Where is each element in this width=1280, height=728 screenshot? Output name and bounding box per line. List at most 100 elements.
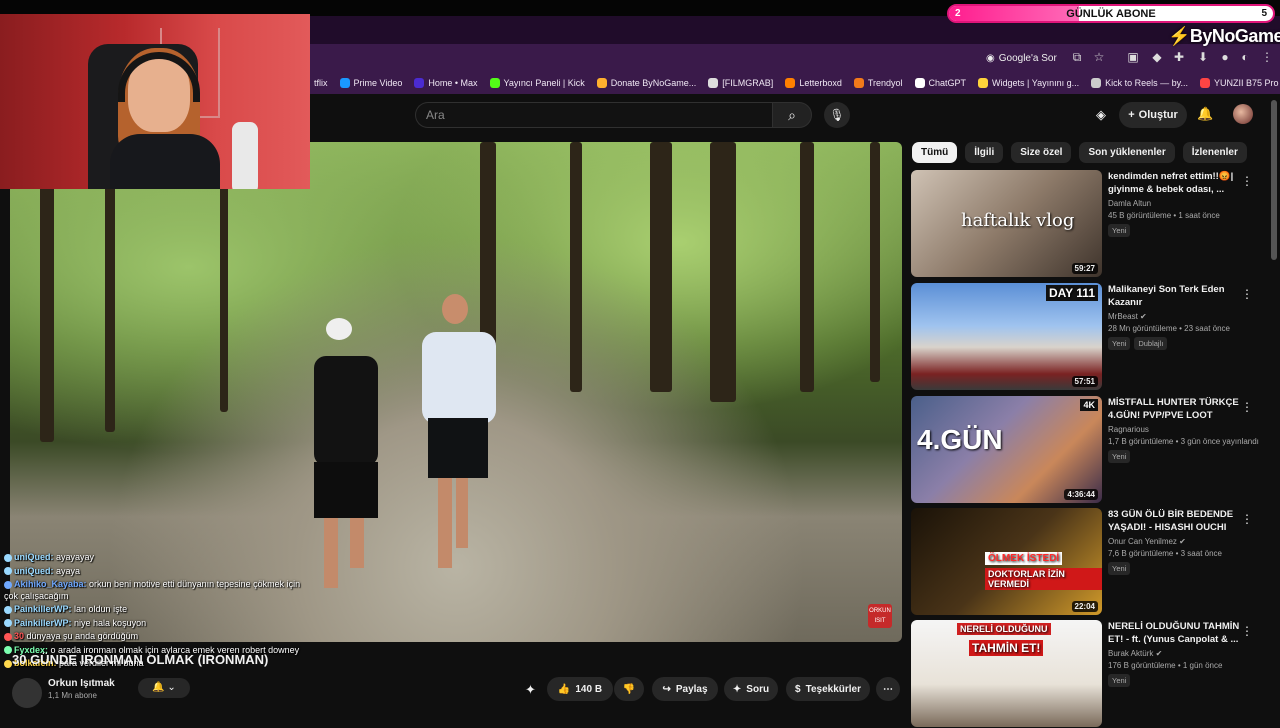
- like-button[interactable]: 👍 140 B: [547, 677, 613, 701]
- video-thumbnail[interactable]: haftalık vlog 59:27: [911, 170, 1102, 277]
- thumbnail-text: haftalık vlog: [961, 210, 1075, 231]
- recommended-video[interactable]: haftalık vlog 59:27 kendimden nefret ettim…: [911, 170, 1261, 278]
- video-title[interactable]: NERELİ OLDUĞUNU TAHMİN ET! - ft. (Yunus …: [1108, 620, 1243, 646]
- video-meta: 1,7 B görüntüleme • 3 gün önce yayınland…: [1108, 437, 1259, 446]
- channel-name-text: Damla Altun: [1108, 199, 1152, 208]
- video-thumbnail[interactable]: ÖLMEK İSTEDİ DOKTORLAR İZİN VERMEDİ 22:04: [911, 508, 1102, 615]
- notifications-bell-icon[interactable]: 🔔: [1197, 106, 1213, 122]
- video-title[interactable]: MİSTFALL HUNTER TÜRKÇE 4.GÜN! PVP/PVE LO…: [1108, 396, 1243, 422]
- video-watermark: ORKUN ISIT: [868, 604, 892, 628]
- more-options-icon[interactable]: ⋮: [1241, 512, 1253, 526]
- chat-text: dünyaya şu anda gördüğüm: [26, 631, 139, 641]
- thumbs-down-icon: 👎: [622, 683, 636, 695]
- subscription-bell-button[interactable]: 🔔 ⌄: [138, 678, 190, 698]
- filter-chip[interactable]: Tümü: [912, 142, 958, 163]
- video-thumbnail[interactable]: NERELİ OLDUĞUNU TAHMİN ET!: [911, 620, 1102, 727]
- extension-icon[interactable]: ◐: [1238, 50, 1252, 64]
- thumbnail-text: 4.GÜN: [917, 424, 1003, 455]
- channel-name[interactable]: Orkun Işıtmak: [48, 678, 115, 689]
- goal-target-value: 5: [1261, 8, 1267, 19]
- bookmark-label: [FILMGRAB]: [722, 78, 774, 88]
- max-icon: [414, 78, 425, 88]
- video-badge: Yeni: [1108, 450, 1131, 463]
- bookmark-item[interactable]: Trendyol: [853, 78, 903, 88]
- extension-icon[interactable]: ▣: [1126, 50, 1140, 64]
- channel-name[interactable]: MrBeast ✔: [1108, 312, 1243, 321]
- bookmark-item[interactable]: Donate ByNoGame...: [596, 78, 697, 88]
- recommended-video[interactable]: DAY 111 57:51 Malikaneyi Son Terk Eden Kaz…: [911, 283, 1261, 391]
- plus-icon: +: [1128, 109, 1135, 121]
- download-icon[interactable]: ⬇: [1196, 50, 1210, 64]
- more-options-icon[interactable]: ⋮: [1241, 624, 1253, 638]
- video-title[interactable]: kendimden nefret ettim!!😡| giyinme & beb…: [1108, 170, 1243, 196]
- create-button[interactable]: + Oluştur: [1119, 102, 1187, 128]
- more-actions-button[interactable]: ⋯: [876, 677, 900, 701]
- bookmark-item[interactable]: Kick to Reels — by...: [1091, 78, 1188, 88]
- filter-chips: Tümü İlgili Size özel Son yüklenenler İzlene…: [912, 142, 1247, 163]
- ask-button[interactable]: ✦ Soru: [724, 677, 778, 701]
- profile-icon[interactable]: ●: [1218, 50, 1232, 64]
- bookmark-item[interactable]: Widgets | Yayınını g...: [978, 78, 1079, 88]
- super-thanks-icon: $: [795, 683, 801, 695]
- video-info: NERELİ OLDUĞUNU TAHMİN ET! - ft. (Yunus …: [1108, 620, 1243, 687]
- cast-icon[interactable]: ◈: [1096, 107, 1112, 123]
- bell-icon: 🔔 ⌄: [152, 682, 176, 693]
- chat-username: uniQued:: [14, 552, 54, 562]
- filter-chip[interactable]: İzlenenler: [1182, 142, 1247, 163]
- bookmark-item[interactable]: Letterboxd: [785, 78, 842, 88]
- channel-name[interactable]: Burak Aktürk ✔: [1108, 649, 1243, 658]
- scrollbar[interactable]: [1271, 100, 1277, 260]
- voice-search-button[interactable]: 🎙: [824, 102, 850, 128]
- search-button[interactable]: ⌕: [772, 102, 812, 128]
- bookmark-item[interactable]: Home • Max: [414, 78, 478, 88]
- channel-name[interactable]: Ragnarious: [1108, 425, 1243, 434]
- video-thumbnail[interactable]: DAY 111 57:51: [911, 283, 1102, 390]
- chat-badge-icon: [4, 619, 12, 628]
- quality-badge: 4K: [1080, 399, 1098, 411]
- video-info: kendimden nefret ettim!!😡| giyinme & beb…: [1108, 170, 1243, 237]
- chat-badge-icon: [4, 567, 12, 576]
- more-icon[interactable]: ⋮: [1260, 50, 1274, 64]
- bookmark-star-icon[interactable]: ☆: [1092, 50, 1106, 64]
- puzzle-icon[interactable]: ✚: [1172, 50, 1186, 64]
- bookmark-item[interactable]: Yayıncı Paneli | Kick: [489, 78, 585, 88]
- video-title[interactable]: 83 GÜN ÖLÜ BİR BEDENDE YAŞADI! - HISASHI…: [1108, 508, 1243, 534]
- microphone-icon: [232, 122, 258, 189]
- google-ask-button[interactable]: ◉ Google'a Sor: [986, 49, 1057, 67]
- dislike-button[interactable]: 👎: [614, 677, 644, 701]
- bookmark-item[interactable]: Prime Video: [339, 78, 402, 88]
- bookmark-item[interactable]: YUNZII B75 Pro Me...: [1199, 78, 1280, 88]
- sparkle-icon: ✦: [732, 683, 742, 695]
- chat-message: PainkillerWP: niye hala koşuyon: [4, 618, 304, 630]
- video-info: Malikaneyi Son Terk Eden Kazanır MrBeast …: [1108, 283, 1243, 350]
- sparkle-icon[interactable]: ✦: [525, 682, 536, 698]
- video-title[interactable]: Malikaneyi Son Terk Eden Kazanır: [1108, 283, 1243, 309]
- bookmark-item[interactable]: [FILMGRAB]: [708, 78, 773, 88]
- more-options-icon[interactable]: ⋮: [1241, 400, 1253, 414]
- filter-chip[interactable]: Size özel: [1011, 142, 1072, 163]
- search-input[interactable]: Ara: [415, 102, 772, 128]
- channel-avatar[interactable]: [12, 678, 42, 708]
- bookmark-item[interactable]: ChatGPT: [914, 78, 966, 88]
- video-duration: 22:04: [1071, 601, 1098, 612]
- channel-name[interactable]: Damla Altun: [1108, 199, 1243, 208]
- chat-badge-icon: [4, 632, 12, 641]
- filter-chip[interactable]: İlgili: [965, 142, 1004, 163]
- thanks-button[interactable]: $ Teşekkürler: [786, 677, 870, 701]
- filter-chip[interactable]: Son yüklenenler: [1079, 142, 1175, 163]
- channel-name[interactable]: Onur Can Yenilmez ✔: [1108, 537, 1243, 546]
- bookmark-label: Donate ByNoGame...: [610, 78, 697, 88]
- recommended-video[interactable]: ÖLMEK İSTEDİ DOKTORLAR İZİN VERMEDİ 22:04 8…: [911, 508, 1261, 616]
- recommended-video[interactable]: NERELİ OLDUĞUNU TAHMİN ET! NERELİ OLDUĞUNU…: [911, 620, 1261, 728]
- chat-username: PainkillerWP:: [14, 604, 72, 614]
- install-icon[interactable]: ⧉: [1070, 50, 1084, 64]
- more-options-icon[interactable]: ⋮: [1241, 174, 1253, 188]
- share-button[interactable]: ↪ Paylaş: [652, 677, 718, 701]
- goal-title: GÜNLÜK ABONE: [1066, 8, 1156, 20]
- video-thumbnail[interactable]: 4.GÜN 4K 4:36:44: [911, 396, 1102, 503]
- channel-name-text: Onur Can Yenilmez: [1108, 537, 1177, 546]
- extension-icon[interactable]: ◆: [1150, 50, 1164, 64]
- recommended-video[interactable]: 4.GÜN 4K 4:36:44 MİSTFALL HUNTER TÜRKÇE 4.G…: [911, 396, 1261, 504]
- avatar[interactable]: [1233, 104, 1253, 124]
- more-options-icon[interactable]: ⋮: [1241, 287, 1253, 301]
